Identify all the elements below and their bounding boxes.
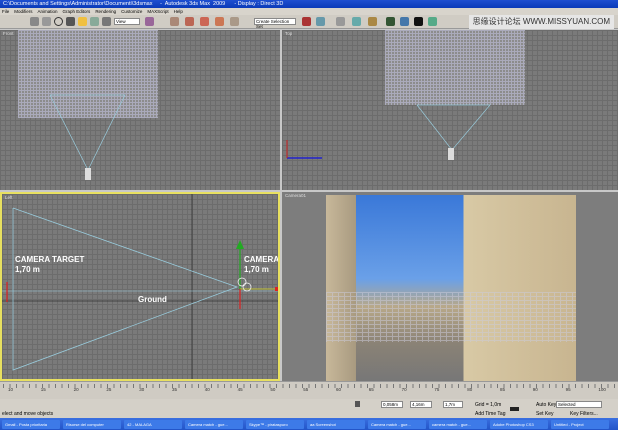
- auto-key-button[interactable]: Auto Key: [536, 402, 556, 408]
- reference-coordinate-select[interactable]: View: [114, 18, 140, 25]
- menu-bar: File Modifiers Animation Graph Editors R…: [0, 8, 618, 15]
- timeline-tick: 50: [270, 387, 276, 392]
- camera-label: CAMERA 1,70 m: [244, 255, 280, 274]
- menu-item[interactable]: Graph Editors: [63, 8, 91, 15]
- timeline-tick: 40: [204, 387, 210, 392]
- taskbar-item[interactable]: camera match - gue...: [429, 419, 487, 429]
- lock-icon[interactable]: [355, 401, 360, 407]
- select-icon[interactable]: [30, 17, 39, 26]
- select-region-icon[interactable]: [42, 17, 51, 26]
- add-time-tag[interactable]: Add Time Tag: [475, 411, 505, 417]
- menu-item[interactable]: Help: [174, 8, 183, 15]
- window-crossing-icon[interactable]: [66, 17, 75, 26]
- taskbar-item[interactable]: Adobe Photoshop CS3: [490, 419, 548, 429]
- angle-snap-icon[interactable]: [185, 17, 194, 26]
- timeline-tick: 60: [336, 387, 342, 392]
- menu-item[interactable]: Customize: [121, 8, 142, 15]
- layer-icon[interactable]: [336, 17, 345, 26]
- material-editor-icon[interactable]: [386, 17, 395, 26]
- pivot-icon[interactable]: [145, 17, 154, 26]
- viewport-top[interactable]: Top: [282, 30, 618, 190]
- taskbar-item[interactable]: Risorse del computer: [63, 419, 121, 429]
- taskbar-item[interactable]: Camera match - gue...: [185, 419, 243, 429]
- align-icon[interactable]: [316, 17, 325, 26]
- edit-named-sets-icon[interactable]: [230, 17, 239, 26]
- watermark: 思缘设计论坛 WWW.MISSYUAN.COM: [468, 15, 614, 29]
- timeline-tick: 90: [532, 387, 538, 392]
- curve-editor-icon[interactable]: [352, 17, 361, 26]
- timeline-tick: 75: [434, 387, 440, 392]
- timeline-tick: 80: [467, 387, 473, 392]
- viewport-left-active[interactable]: Left CAMERA TARGET 1,70 m CAMERA 1,70 m Gr…: [0, 192, 280, 381]
- timeline-ruler: [3, 384, 615, 388]
- set-key-button[interactable]: Set Key: [536, 411, 554, 417]
- viewport-camera[interactable]: Camera01: [282, 192, 618, 381]
- rotate-icon[interactable]: [90, 17, 99, 26]
- prompt-text: elect and move objects: [2, 411, 54, 417]
- menu-item[interactable]: Rendering: [95, 8, 116, 15]
- render-frame-icon[interactable]: [414, 17, 423, 26]
- taskbar-item[interactable]: Gmail - Posta prioritaria: [2, 419, 60, 429]
- selection-set-select[interactable]: Create Selection Set: [254, 18, 296, 29]
- ground-label: Ground: [138, 295, 167, 304]
- background-photo: [326, 195, 576, 381]
- taskbar: Gmail - Posta prioritaria Risorse del com…: [0, 418, 618, 430]
- ground-grid: [326, 292, 576, 342]
- timeline-tick: 25: [106, 387, 112, 392]
- circle-select-icon[interactable]: [54, 17, 63, 26]
- spinner-snap-icon[interactable]: [215, 17, 224, 26]
- viewport-label[interactable]: Camera01: [285, 193, 306, 198]
- camera-target-label: CAMERA TARGET 1,70 m: [15, 255, 85, 274]
- status-bar: elect and move objects 0,058m 4,16m 1,7m…: [0, 399, 618, 418]
- key-icon[interactable]: [510, 407, 519, 411]
- timeline-tick: 10: [8, 387, 14, 392]
- taskbar-item[interactable]: Skype™ - pirataspuro: [246, 419, 304, 429]
- timeline-tick: 55: [303, 387, 309, 392]
- timeline-tick: 100: [598, 387, 606, 392]
- timeline-tick: 15: [40, 387, 46, 392]
- timeline[interactable]: 10 15 20 25 30 35 40 45 50 55 60 65 70 75 80 85 90 95 100: [0, 381, 618, 399]
- timeline-tick: 35: [172, 387, 178, 392]
- timeline-tick: 65: [368, 387, 374, 392]
- viewport-front[interactable]: Front: [0, 30, 280, 190]
- move-icon[interactable]: [78, 17, 87, 26]
- render-setup-icon[interactable]: [400, 17, 409, 26]
- taskbar-item[interactable]: aa Screenshot: [307, 419, 365, 429]
- taskbar-item[interactable]: Camera match - gue...: [368, 419, 426, 429]
- menu-item[interactable]: Modifiers: [14, 8, 32, 15]
- timeline-tick: 95: [565, 387, 571, 392]
- key-mode-select[interactable]: Selected: [556, 401, 602, 408]
- menu-item[interactable]: MAXScript: [147, 8, 168, 15]
- camera-frustum: [286, 104, 491, 160]
- timeline-tick: 20: [73, 387, 79, 392]
- snap-icon[interactable]: [170, 17, 179, 26]
- grid-size: Grid = 1,0m: [475, 402, 502, 408]
- y-coordinate-input[interactable]: 4,16m: [410, 401, 432, 408]
- taskbar-item[interactable]: 42 - MALAGA: [124, 419, 182, 429]
- title-bar: C:\Documents and Settings\Administrator\…: [0, 0, 618, 8]
- menu-item[interactable]: File: [2, 8, 9, 15]
- key-filters-button[interactable]: Key Filters...: [570, 411, 598, 417]
- percent-snap-icon[interactable]: [200, 17, 209, 26]
- quick-render-icon[interactable]: [428, 17, 437, 26]
- schematic-icon[interactable]: [368, 17, 377, 26]
- timeline-tick: 70: [401, 387, 407, 392]
- menu-item[interactable]: Animation: [38, 8, 58, 15]
- scale-icon[interactable]: [102, 17, 111, 26]
- camera-frustum-side: [2, 194, 278, 379]
- z-coordinate-input[interactable]: 1,7m: [443, 401, 463, 408]
- camera-frustum: [49, 94, 126, 180]
- mirror-icon[interactable]: [302, 17, 311, 26]
- x-coordinate-input[interactable]: 0,058m: [381, 401, 403, 408]
- taskbar-item[interactable]: Untitled - Project: [551, 419, 609, 429]
- timeline-tick: 30: [139, 387, 145, 392]
- timeline-tick: 45: [237, 387, 243, 392]
- timeline-tick: 85: [500, 387, 506, 392]
